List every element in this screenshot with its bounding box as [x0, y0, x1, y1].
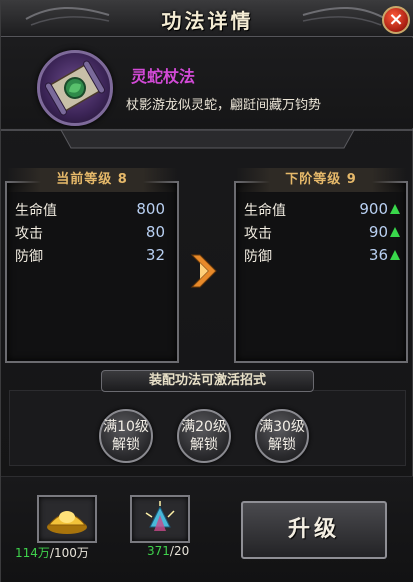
- stat-value: 36: [368, 246, 388, 264]
- unlock-title: 装配功法可激活招式: [101, 370, 314, 392]
- stat-value: 800: [136, 200, 165, 218]
- badge-status: 解锁: [268, 437, 296, 453]
- crystal-need: /20: [169, 544, 190, 558]
- unlock-badge-10[interactable]: 满10级 解锁: [99, 409, 153, 463]
- gold-need: /100万: [49, 546, 89, 560]
- gold-cost: 114万/100万: [15, 544, 89, 561]
- current-stat-defense: 防御 32: [15, 246, 165, 268]
- stat-label: 生命值: [15, 203, 57, 219]
- crystal-have: 371: [147, 544, 170, 558]
- gold-slot[interactable]: [37, 495, 97, 543]
- increase-arrow-icon: [390, 227, 400, 237]
- close-button[interactable]: ×: [382, 6, 410, 34]
- badge-level: 满10级: [103, 419, 149, 435]
- skill-description: 杖影游龙似灵蛇，翩跹间藏万钧势: [126, 98, 322, 113]
- next-level-header: 下阶等级 9: [236, 168, 406, 192]
- scroll-icon-art: [44, 60, 106, 116]
- increase-arrow-icon: [390, 204, 400, 214]
- window-title: 功法详情: [161, 9, 254, 33]
- close-icon[interactable]: ×: [388, 9, 403, 30]
- title-bar: 功法详情 ×: [1, 1, 413, 37]
- stat-value: 80: [145, 223, 165, 241]
- increase-arrow-icon: [390, 250, 400, 260]
- skill-detail-panel: 功法详情 × 灵蛇杖法 杖影游龙似灵蛇，翩跹间藏万钧势 当前等级 8 生命值 8…: [0, 0, 413, 582]
- current-level-header: 当前等级 8: [7, 168, 177, 192]
- stat-value: 900: [359, 200, 388, 218]
- unlock-badge-20[interactable]: 满20级 解锁: [177, 409, 231, 463]
- badge-status: 解锁: [112, 437, 140, 453]
- stat-label: 防御: [15, 249, 43, 265]
- crystal-slot[interactable]: [130, 495, 190, 543]
- stat-value: 32: [145, 246, 165, 264]
- skill-name: 灵蛇杖法: [131, 67, 196, 86]
- gold-ingot-icon: [47, 511, 87, 534]
- gold-have: 114万: [15, 546, 50, 560]
- next-stat-attack: 攻击 90: [244, 223, 400, 245]
- next-stat-defense: 防御 36: [244, 246, 400, 268]
- arrow-right-icon: [190, 254, 217, 288]
- current-stat-hp: 生命值 800: [15, 200, 165, 222]
- crystal-cost: 371/20: [147, 544, 189, 558]
- stat-value: 90: [368, 223, 388, 241]
- stat-label: 防御: [244, 249, 272, 265]
- unlock-badge-30[interactable]: 满30级 解锁: [255, 409, 309, 463]
- next-stat-hp: 生命值 900: [244, 200, 400, 222]
- badge-status: 解锁: [190, 437, 218, 453]
- upgrade-button[interactable]: 升级: [241, 501, 387, 559]
- stat-label: 攻击: [244, 226, 272, 242]
- badge-level: 满20级: [181, 419, 227, 435]
- crystal-icon: [145, 501, 175, 531]
- scroll-icon: [37, 50, 113, 126]
- current-stat-attack: 攻击 80: [15, 223, 165, 245]
- stat-label: 生命值: [244, 203, 286, 219]
- stat-label: 攻击: [15, 226, 43, 242]
- section-divider: [1, 129, 413, 149]
- badge-level: 满30级: [259, 419, 305, 435]
